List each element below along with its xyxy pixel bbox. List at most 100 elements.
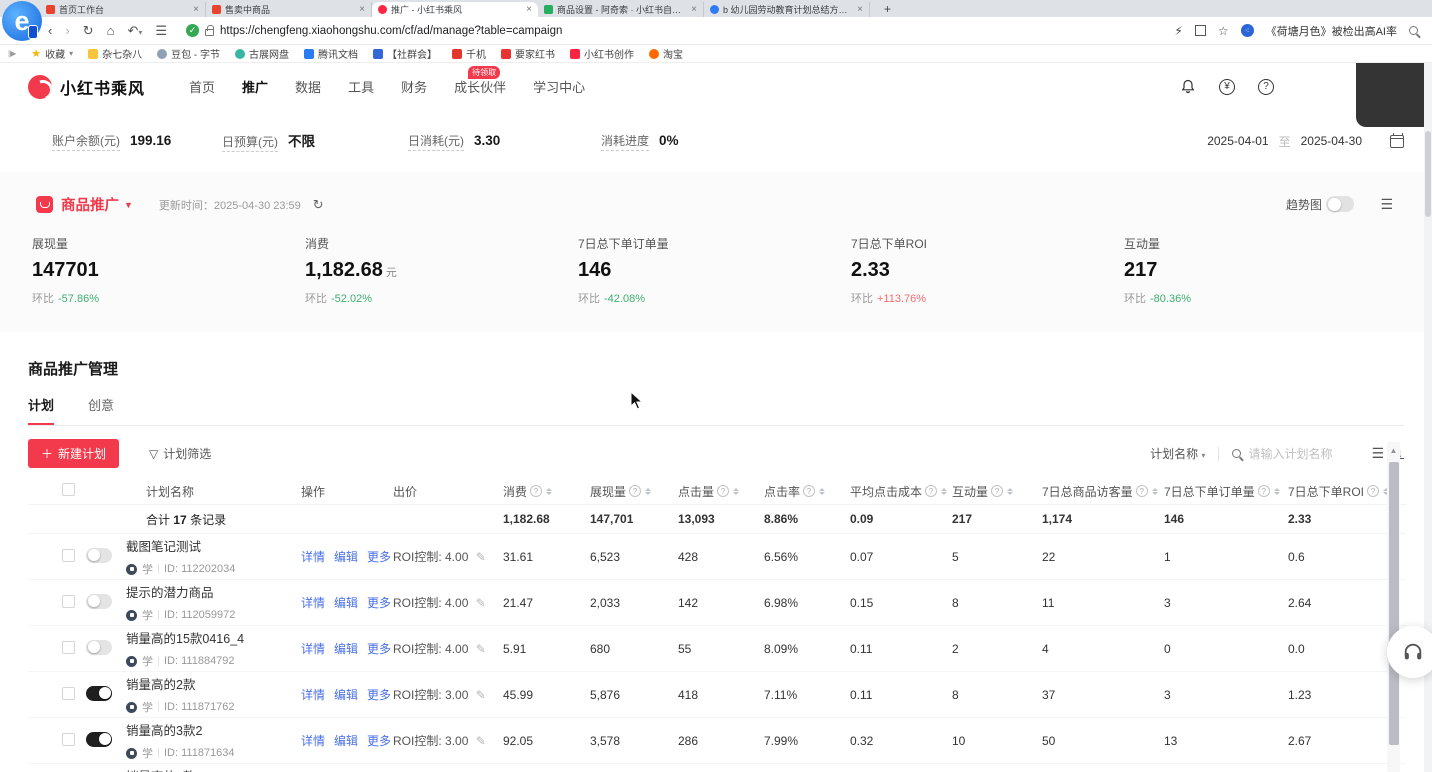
row-toggle[interactable] (86, 594, 112, 609)
finance-yen-icon[interactable]: ¥ (1219, 79, 1235, 95)
row-toggle[interactable] (86, 548, 112, 563)
col-7d-orders[interactable]: 7日总下单订单量 (1164, 483, 1288, 500)
bell-icon[interactable] (1180, 78, 1196, 95)
row-checkbox[interactable] (62, 687, 75, 700)
refresh-data-icon[interactable]: ↻ (313, 197, 324, 213)
plan-name[interactable]: 销量高的2款 (126, 674, 301, 693)
more-link[interactable]: 更多 (367, 640, 391, 657)
bookmark-item[interactable]: 【社群会】 (373, 46, 437, 61)
scroll-up-arrow-icon[interactable]: ▲ (1387, 444, 1400, 458)
browser-tab-3-active[interactable]: 推广 - 小红书乘风 × (372, 2, 538, 17)
url-box[interactable]: ✓ https://chengfeng.xiaohongshu.com/cf/a… (186, 24, 1174, 37)
col-engagement[interactable]: 互动量 (952, 483, 1042, 500)
customer-service-button[interactable] (1387, 626, 1432, 678)
sort-icon[interactable] (645, 488, 651, 495)
info-icon[interactable] (717, 485, 729, 497)
sort-icon[interactable] (819, 488, 825, 495)
plan-name[interactable]: 销量高的3款2 (126, 720, 301, 739)
column-config-icon[interactable]: ☰ (1371, 445, 1383, 462)
bookmarks-collapse-icon[interactable]: |▶ (8, 49, 16, 58)
nav-partner[interactable]: 成长伙伴待领取 (454, 77, 506, 96)
bookmark-item[interactable]: 淘宝 (649, 46, 683, 61)
sort-icon[interactable] (1152, 488, 1158, 495)
chevron-down-icon[interactable]: ▼ (124, 200, 133, 210)
info-icon[interactable] (1258, 485, 1270, 497)
info-icon[interactable] (530, 485, 542, 497)
sort-icon[interactable] (1274, 488, 1280, 495)
security-shield-icon[interactable]: ✓ (186, 24, 199, 37)
browser-tab-2[interactable]: 售卖中商品 × (206, 2, 372, 17)
new-tab-button[interactable]: + (878, 2, 897, 17)
plan-name[interactable]: 销量高的15款0416_4 (126, 628, 301, 647)
edit-link[interactable]: 编辑 (334, 640, 358, 657)
edit-pencil-icon[interactable]: ✎ (476, 596, 486, 610)
tab-close-icon[interactable]: × (359, 4, 365, 15)
plan-search-input[interactable] (1248, 447, 1358, 461)
row-toggle[interactable] (86, 732, 112, 747)
nav-data[interactable]: 数据 (295, 77, 321, 96)
plan-name[interactable]: 提示的潜力商品 (126, 582, 301, 601)
screenshot-icon[interactable] (1195, 25, 1206, 36)
more-link[interactable]: 更多 (367, 686, 391, 703)
edit-link[interactable]: 编辑 (334, 732, 358, 749)
row-checkbox[interactable] (62, 595, 75, 608)
plan-name[interactable]: 销量高的3款 (126, 766, 301, 772)
browser-tab-4[interactable]: 商品设置 - 阿奇索 · 小红书自动… × (538, 2, 704, 17)
lightning-icon[interactable]: ⚡ (1174, 24, 1182, 38)
row-toggle[interactable] (86, 640, 112, 655)
detail-link[interactable]: 详情 (301, 640, 325, 657)
detail-link[interactable]: 详情 (301, 594, 325, 611)
sort-icon[interactable] (1007, 488, 1013, 495)
plan-filter-button[interactable]: ▽计划筛选 (149, 445, 211, 462)
edit-link[interactable]: 编辑 (334, 686, 358, 703)
paw-icon[interactable]: ⁖ (1241, 24, 1254, 37)
nav-learning[interactable]: 学习中心 (533, 77, 585, 96)
back-button[interactable]: ‹ (48, 23, 52, 38)
edit-pencil-icon[interactable]: ✎ (476, 550, 486, 564)
bookmark-item[interactable]: 千机 (452, 46, 486, 61)
help-icon[interactable]: ? (1258, 79, 1274, 95)
tab-close-icon[interactable]: × (857, 4, 863, 15)
calendar-icon[interactable] (1390, 135, 1404, 148)
search-icon[interactable] (1409, 26, 1418, 35)
edit-pencil-icon[interactable]: ✎ (476, 688, 486, 702)
tab-close-icon[interactable]: × (193, 4, 199, 15)
row-checkbox[interactable] (62, 641, 75, 654)
app-logo-text[interactable]: 小红书乘风 (60, 75, 145, 99)
detail-link[interactable]: 详情 (301, 732, 325, 749)
more-link[interactable]: 更多 (367, 732, 391, 749)
table-scrollbar[interactable]: ▲ (1387, 442, 1400, 772)
col-7d-roi[interactable]: 7日总下单ROI (1288, 483, 1384, 500)
date-start[interactable]: 2025-04-01 (1207, 134, 1268, 148)
browser-notice-text[interactable]: 《荷塘月色》被检出高AI率 (1266, 23, 1397, 39)
col-impressions[interactable]: 展现量 (590, 483, 678, 500)
more-link[interactable]: 更多 (367, 548, 391, 565)
favorite-star-icon[interactable]: ☆ (1218, 24, 1229, 38)
row-toggle[interactable] (86, 686, 112, 701)
new-plan-button[interactable]: ＋新建计划 (28, 439, 119, 468)
promo-type-selector[interactable]: 商品推广 (61, 194, 119, 215)
nav-home[interactable]: 首页 (189, 77, 215, 96)
home-button[interactable]: ⌂ (107, 23, 115, 38)
info-icon[interactable] (803, 485, 815, 497)
col-7d-visitors[interactable]: 7日总商品访客量 (1042, 483, 1164, 500)
bookmark-item[interactable]: 杂七杂八 (88, 46, 142, 61)
bookmark-item[interactable]: 豆包 - 字节 (157, 46, 220, 61)
edit-pencil-icon[interactable]: ✎ (476, 734, 486, 748)
col-avg-cpc[interactable]: 平均点击成本 (850, 483, 952, 500)
info-icon[interactable] (925, 485, 937, 497)
metrics-config-icon[interactable]: ☰ (1380, 196, 1392, 213)
plan-name[interactable]: 截图笔记测试 (126, 536, 301, 555)
date-end[interactable]: 2025-04-30 (1301, 134, 1362, 148)
col-clicks[interactable]: 点击量 (678, 483, 764, 500)
bookmark-list-button[interactable]: ☰ (155, 23, 167, 39)
info-icon[interactable] (1367, 485, 1379, 497)
tab-close-icon[interactable]: × (526, 4, 532, 15)
select-all-checkbox[interactable] (62, 483, 75, 496)
edit-pencil-icon[interactable]: ✎ (476, 642, 486, 656)
row-checkbox[interactable] (62, 733, 75, 746)
date-range-picker[interactable]: 2025-04-01 至 2025-04-30 (1207, 133, 1404, 150)
trend-switch[interactable]: 趋势图 (1286, 196, 1354, 214)
bookmark-item[interactable]: 要家红书 (501, 46, 555, 61)
sort-icon[interactable] (941, 488, 947, 495)
